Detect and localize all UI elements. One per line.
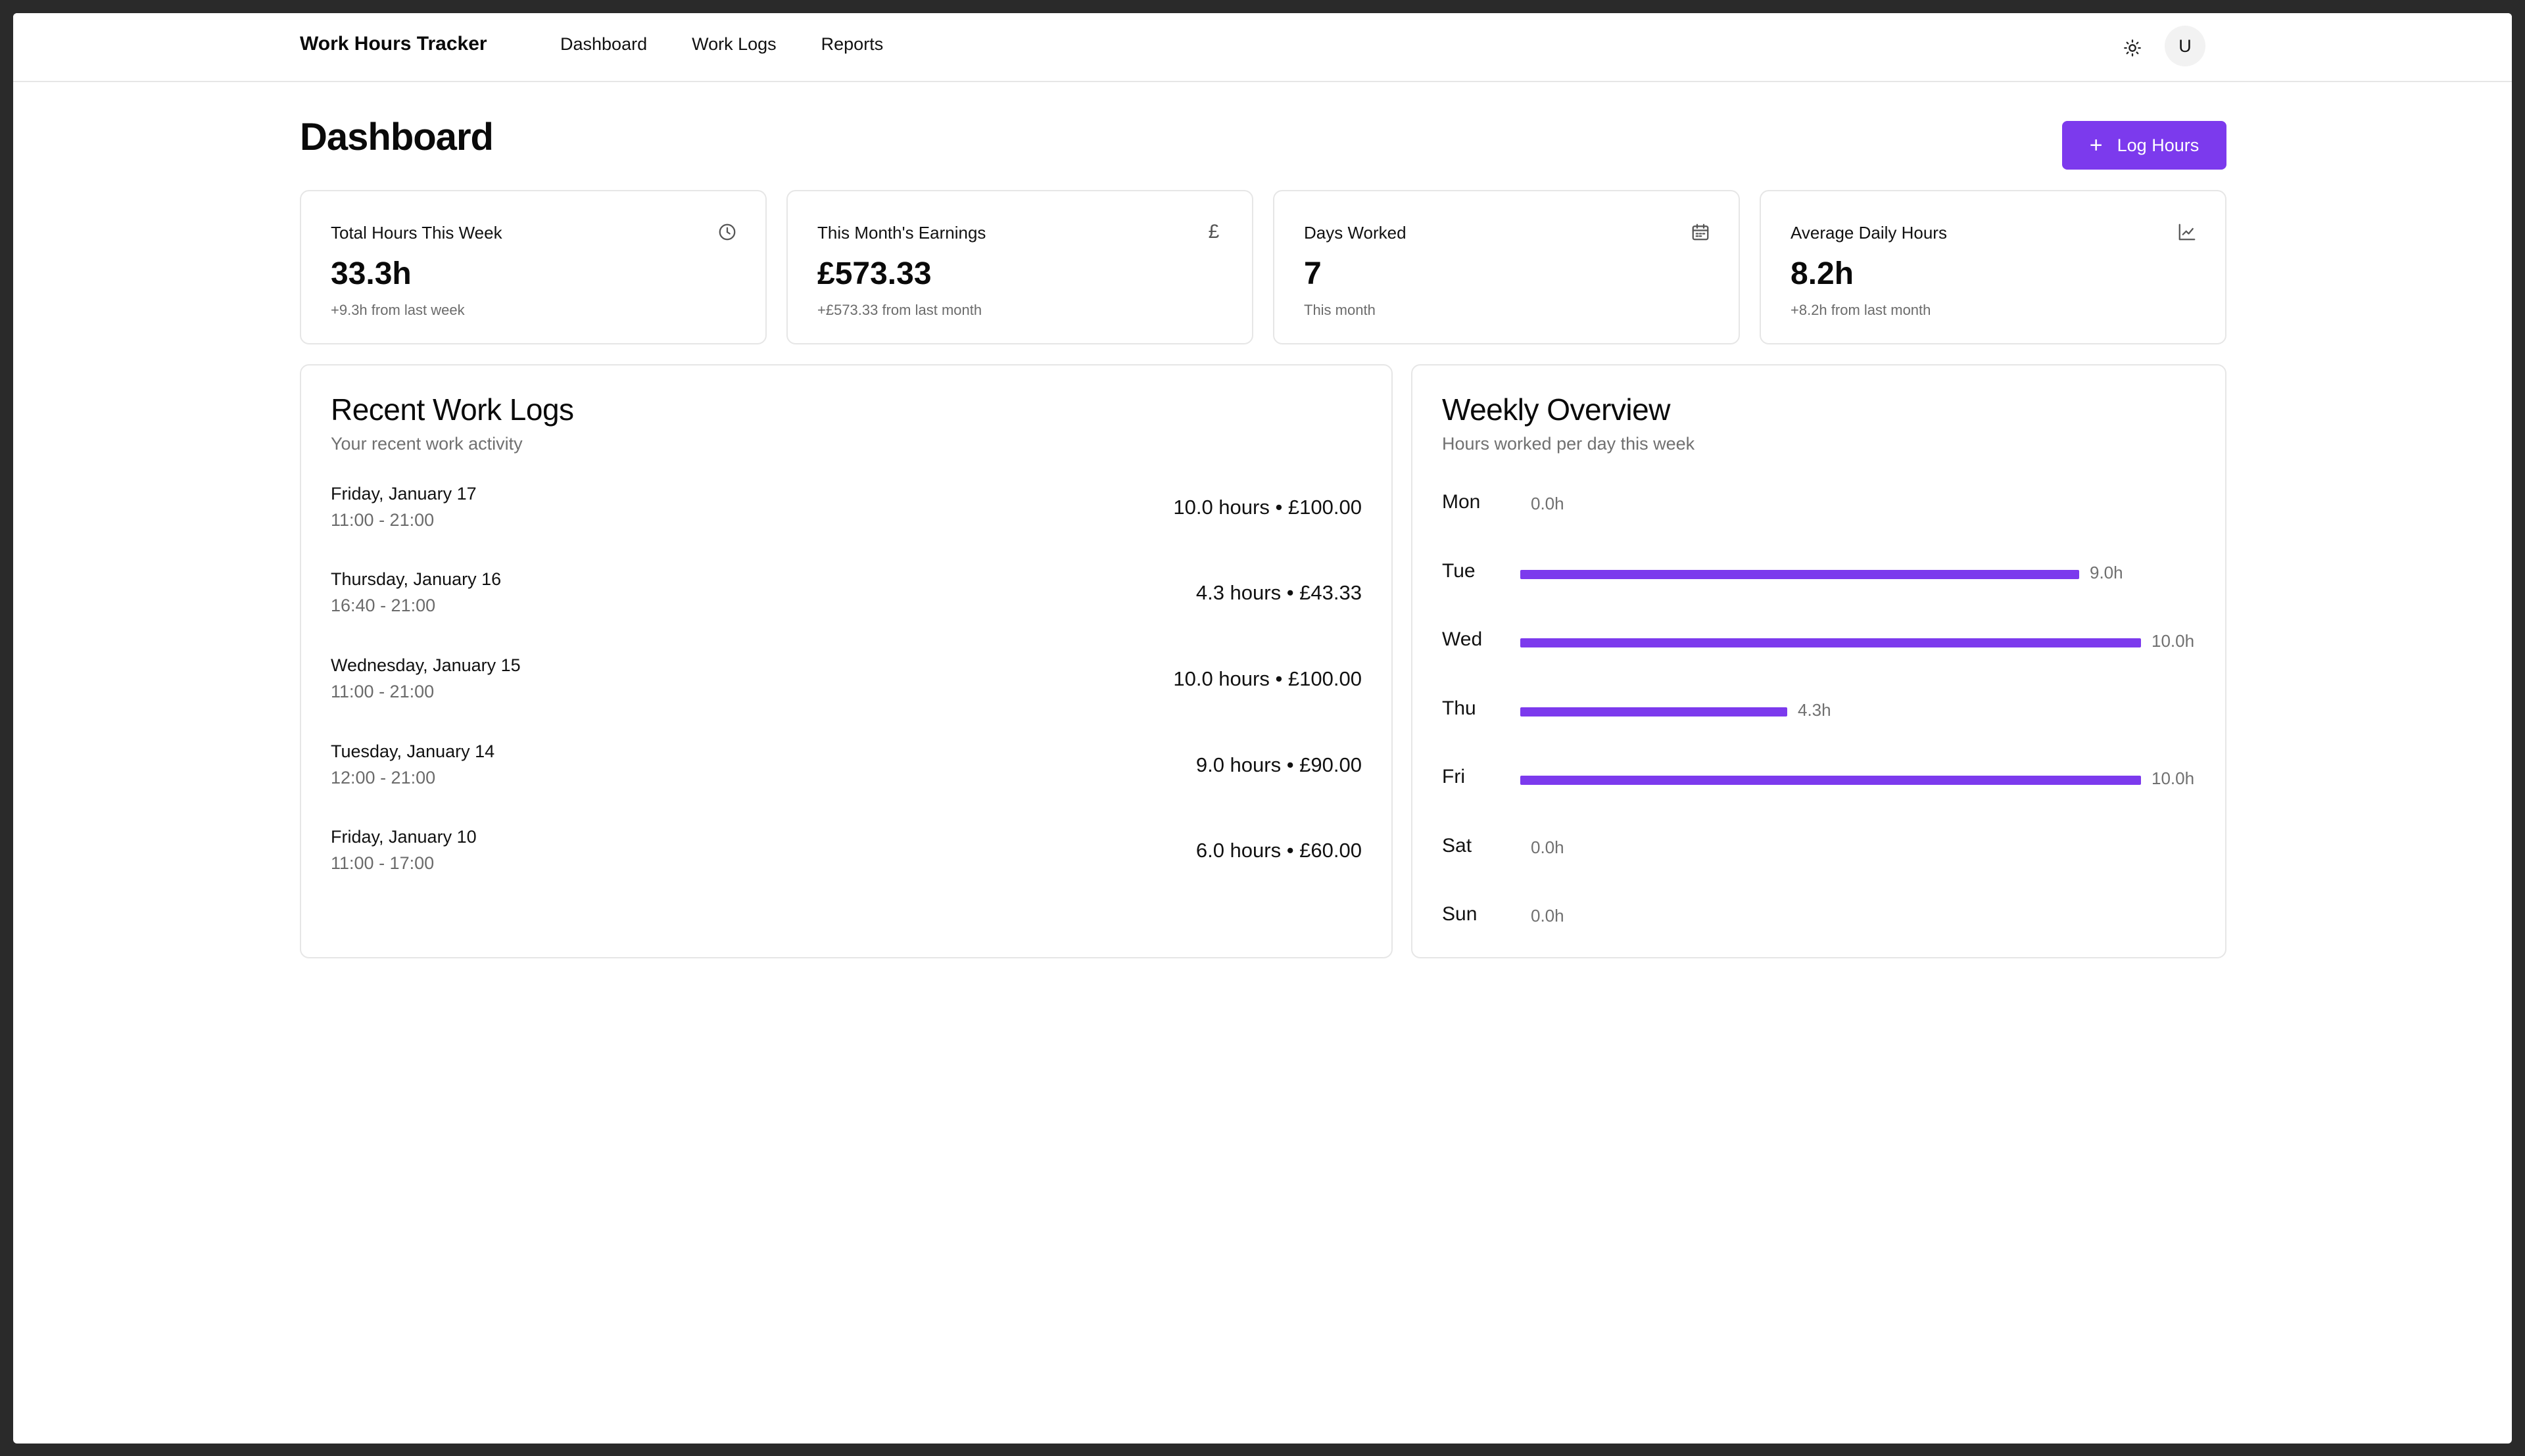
- chart-category-label: Sat: [1442, 834, 1472, 857]
- stat-subtext: +9.3h from last week: [331, 302, 465, 318]
- stat-card-days-worked: Days Worked 7 This month: [1273, 190, 1740, 344]
- nav-reports[interactable]: Reports: [821, 34, 884, 55]
- chart-row-sat: Sat 0.0h: [1442, 830, 2196, 862]
- log-hours-button[interactable]: + Log Hours: [2062, 121, 2226, 170]
- stat-subtext: +8.2h from last month: [1791, 302, 1931, 318]
- section-title: Weekly Overview: [1442, 392, 1670, 427]
- chart-bar: [1520, 707, 1787, 716]
- recent-work-logs-card: Recent Work Logs Your recent work activi…: [300, 364, 1393, 958]
- chart-category-label: Mon: [1442, 491, 1481, 513]
- log-amount: 6.0 hours • £60.00: [1195, 839, 1362, 862]
- stat-subtext: +£573.33 from last month: [817, 302, 982, 318]
- log-amount: 10.0 hours • £100.00: [1173, 667, 1362, 690]
- chart-category-label: Tue: [1442, 559, 1476, 582]
- chart-category-label: Sun: [1442, 903, 1478, 925]
- chart-value-label: 4.3h: [1798, 699, 1831, 720]
- log-date: Friday, January 10: [331, 827, 477, 847]
- stat-title: This Month's Earnings: [817, 223, 986, 243]
- chart-row-fri: Fri 10.0h: [1442, 761, 2196, 793]
- chart-row-tue: Tue 9.0h: [1442, 555, 2196, 588]
- log-row[interactable]: Thursday, January 16 16:40 - 21:00 4.3 h…: [331, 569, 1362, 622]
- log-date: Wednesday, January 15: [331, 655, 521, 675]
- log-time: 12:00 - 21:00: [331, 768, 436, 787]
- top-nav-bar: Work Hours Tracker Dashboard Work Logs R…: [13, 13, 2512, 82]
- chart-value-label: 9.0h: [2090, 562, 2123, 582]
- stat-value: 7: [1304, 256, 1322, 291]
- log-time: 16:40 - 21:00: [331, 596, 436, 615]
- stat-card-total-hours: Total Hours This Week 33.3h +9.3h from l…: [300, 190, 767, 344]
- theme-toggle-button[interactable]: [2117, 33, 2148, 63]
- chart-value-label: 10.0h: [2152, 768, 2195, 788]
- stat-card-average-daily: Average Daily Hours 8.2h +8.2h from last…: [1760, 190, 2226, 344]
- chart-row-wed: Wed 10.0h: [1442, 623, 2196, 656]
- log-date: Tuesday, January 14: [331, 741, 495, 761]
- weekly-overview-card: Weekly Overview Hours worked per day thi…: [1411, 364, 2226, 958]
- chart-row-mon: Mon 0.0h: [1442, 486, 2196, 519]
- app-title: Work Hours Tracker: [300, 33, 487, 55]
- log-row[interactable]: Wednesday, January 15 11:00 - 21:00 10.0…: [331, 655, 1362, 708]
- line-chart-icon: [2176, 222, 2198, 243]
- log-time: 11:00 - 21:00: [331, 682, 435, 701]
- chart-row-thu: Thu 4.3h: [1442, 692, 2196, 725]
- chart-value-label: 0.0h: [1531, 837, 1564, 857]
- user-avatar[interactable]: U: [2165, 26, 2205, 66]
- stat-title: Total Hours This Week: [331, 223, 502, 243]
- calendar-icon: [1690, 222, 1711, 243]
- log-hours-label: Log Hours: [2117, 135, 2200, 155]
- app-window: Work Hours Tracker Dashboard Work Logs R…: [13, 13, 2512, 1444]
- chart-category-label: Fri: [1442, 766, 1465, 787]
- log-amount: 9.0 hours • £90.00: [1195, 753, 1362, 776]
- nav-work-logs[interactable]: Work Logs: [692, 34, 777, 55]
- stat-value: 33.3h: [331, 256, 412, 291]
- chart-bar: [1520, 569, 2079, 579]
- log-amount: 10.0 hours • £100.00: [1173, 496, 1362, 519]
- log-time: 11:00 - 17:00: [331, 853, 435, 873]
- stat-value: £573.33: [817, 256, 932, 291]
- chart-value-label: 0.0h: [1531, 906, 1564, 926]
- log-amount: 4.3 hours • £43.33: [1195, 581, 1362, 604]
- plus-icon: +: [2089, 133, 2103, 158]
- chart-value-label: 10.0h: [2152, 631, 2195, 651]
- chart-category-label: Thu: [1442, 697, 1476, 719]
- stat-title: Days Worked: [1304, 223, 1407, 243]
- chart-bar: [1520, 776, 2141, 785]
- page-title: Dashboard: [300, 116, 494, 158]
- section-subtitle: Your recent work activity: [331, 434, 523, 454]
- chart-value-label: 0.0h: [1531, 494, 1564, 513]
- nav-dashboard[interactable]: Dashboard: [560, 34, 647, 55]
- clock-icon: [717, 222, 738, 243]
- log-date: Friday, January 17: [331, 484, 477, 504]
- section-title: Recent Work Logs: [331, 392, 574, 427]
- stat-value: 8.2h: [1791, 256, 1854, 291]
- log-row[interactable]: Tuesday, January 14 12:00 - 21:00 9.0 ho…: [331, 741, 1362, 794]
- log-row[interactable]: Friday, January 10 11:00 - 17:00 6.0 hou…: [331, 827, 1362, 880]
- log-date: Thursday, January 16: [331, 569, 502, 589]
- main-nav: Dashboard Work Logs Reports: [560, 34, 883, 55]
- pound-icon: £: [1208, 221, 1220, 243]
- log-time: 11:00 - 21:00: [331, 510, 435, 530]
- chart-row-sun: Sun 0.0h: [1442, 898, 2196, 931]
- stat-subtext: This month: [1304, 302, 1376, 318]
- chart-category-label: Wed: [1442, 628, 1483, 650]
- log-row[interactable]: Friday, January 17 11:00 - 21:00 10.0 ho…: [331, 484, 1362, 536]
- stat-card-earnings: This Month's Earnings £ £573.33 +£573.33…: [786, 190, 1253, 344]
- chart-bar: [1520, 638, 2141, 647]
- stat-title: Average Daily Hours: [1791, 223, 1947, 243]
- section-subtitle: Hours worked per day this week: [1442, 434, 1695, 454]
- sun-icon: [2124, 39, 2141, 57]
